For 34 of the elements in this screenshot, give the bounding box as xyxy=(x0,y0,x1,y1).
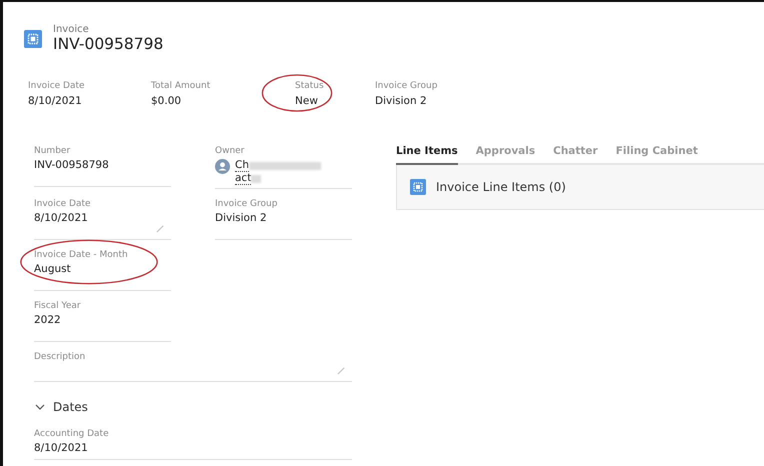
field-value: INV-00958798 xyxy=(34,159,110,171)
related-list-title[interactable]: Invoice Line Items (0) xyxy=(436,180,566,194)
blurred-text xyxy=(249,162,321,170)
invoice-icon xyxy=(24,30,42,48)
field-label: Owner xyxy=(215,146,246,156)
field-value: August xyxy=(34,263,72,275)
field-label: Accounting Date xyxy=(34,429,110,439)
highlight-value: $0.00 xyxy=(151,95,182,107)
highlight-value: New xyxy=(295,95,319,107)
field-value: 8/10/2021 xyxy=(34,212,89,224)
field-label: Number xyxy=(34,146,72,156)
highlight-label: Total Amount xyxy=(151,81,212,91)
highlight-value: Division 2 xyxy=(375,95,428,107)
field-label: Invoice Date - Month xyxy=(34,250,129,260)
field-value: Division 2 xyxy=(215,212,268,224)
field-label: Fiscal Year xyxy=(34,301,82,311)
record-title: INV-00958798 xyxy=(53,35,164,53)
field-label: Invoice Group xyxy=(215,199,278,209)
field-label: Description xyxy=(34,352,86,362)
field-label: Invoice Date xyxy=(34,199,92,209)
invoice-icon xyxy=(410,179,426,195)
highlight-label: Invoice Date xyxy=(28,81,86,91)
field-value: 8/10/2021 xyxy=(34,442,89,454)
object-label: Invoice xyxy=(53,24,90,35)
avatar-icon xyxy=(215,159,230,174)
edit-icon[interactable] xyxy=(337,366,346,375)
highlight-label: Status xyxy=(295,81,325,91)
highlight-value: 8/10/2021 xyxy=(28,95,83,107)
section-title[interactable]: Dates xyxy=(53,400,88,414)
edit-icon[interactable] xyxy=(156,224,165,233)
highlight-label: Invoice Group xyxy=(375,81,438,91)
field-value: 2022 xyxy=(34,314,62,326)
blurred-text xyxy=(251,174,262,182)
chevron-icon[interactable] xyxy=(35,402,45,412)
